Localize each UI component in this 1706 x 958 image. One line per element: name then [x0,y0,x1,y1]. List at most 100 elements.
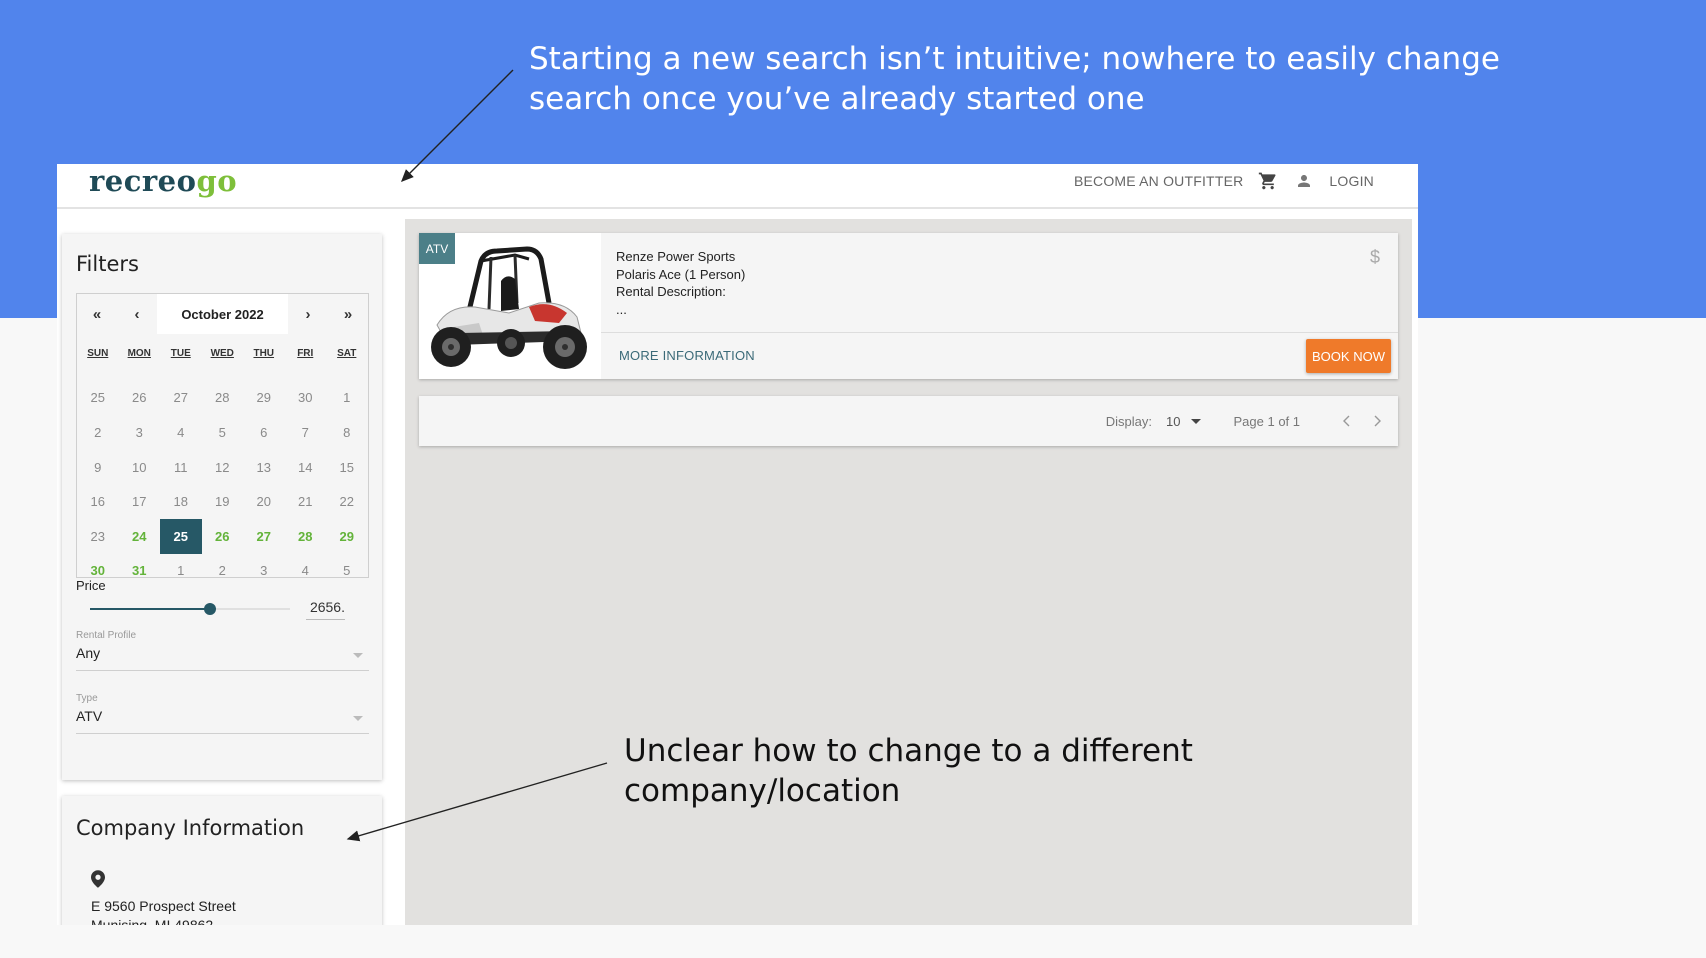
calendar-day[interactable]: 27 [160,381,202,416]
calendar-day[interactable]: 12 [202,450,244,485]
calendar-grid: SUN MON TUE WED THU FRI SAT 25 26 27 28 29 30 1 2 3 4 5 6 7… [77,346,368,588]
calendar-day[interactable]: 23 [77,519,119,554]
price-slider-fill [90,608,210,610]
calendar-day[interactable]: 1 [326,381,368,416]
results-panel: ATV Renze Power Sports Polaris Ace (1 Pe… [405,219,1412,925]
book-now-button[interactable]: BOOK NOW [1306,339,1391,373]
calendar-day[interactable]: 22 [326,484,368,519]
calendar-month-label[interactable]: October 2022 [157,294,288,334]
calendar-day[interactable]: 17 [119,484,161,519]
rental-profile-value: Any [76,645,101,661]
company-information-card: Company Information E 9560 Prospect Stre… [62,796,382,925]
listing-image[interactable]: ATV [419,233,601,379]
type-value: ATV [76,708,103,724]
calendar-day[interactable]: 3 [243,554,285,589]
price-label: Price [76,578,106,593]
calendar-header: « ‹ October 2022 › » [77,294,368,334]
weekday-header: THU [253,348,275,359]
calendar-day[interactable]: 21 [285,484,327,519]
calendar-first-button[interactable]: « [77,294,117,334]
listing-card: ATV Renze Power Sports Polaris Ace (1 Pe… [419,233,1398,379]
calendar-day[interactable]: 29 [326,519,368,554]
calendar-day[interactable]: 13 [243,450,285,485]
calendar-day[interactable]: 5 [202,415,244,450]
listing-info: Renze Power Sports Polaris Ace (1 Person… [616,248,745,318]
calendar-day[interactable]: 11 [160,450,202,485]
calendar-day[interactable]: 25 [77,381,119,416]
display-label: Display: [1105,413,1153,429]
login-link[interactable]: LOGIN [1329,173,1374,189]
listing-description-label: Rental Description: [616,284,726,299]
user-icon[interactable] [1293,170,1315,192]
price-slider[interactable] [90,603,290,615]
next-page-icon[interactable] [1366,410,1388,432]
pagination-bar: Display: 10 Page 1 of 1 [419,396,1398,446]
calendar-day[interactable]: 4 [285,554,327,589]
filters-card: Filters « ‹ October 2022 › » SUN MON TUE WE… [62,234,382,780]
calendar-day[interactable]: 9 [77,450,119,485]
top-nav: BECOME AN OUTFITTER LOGIN [1074,170,1374,192]
price-slider-thumb[interactable] [204,603,216,615]
calendar-day[interactable]: 26 [119,381,161,416]
calendar-day[interactable]: 20 [243,484,285,519]
calendar-day[interactable]: 7 [285,415,327,450]
more-information-link[interactable]: MORE INFORMATION [619,348,755,363]
weekday-header: WED [210,348,234,359]
prev-page-icon[interactable] [1336,410,1358,432]
calendar-day[interactable]: 2 [202,554,244,589]
calendar-day[interactable]: 1 [160,554,202,589]
calendar-next-button[interactable]: › [288,294,328,334]
calendar-day[interactable]: 10 [119,450,161,485]
filters-title: Filters [76,252,139,276]
calendar-day[interactable]: 27 [243,519,285,554]
weekday-header: MON [127,348,151,359]
calendar-prev-button[interactable]: ‹ [117,294,157,334]
company-address: E 9560 Prospect Street Munising, MI 4986… [91,897,236,925]
chevron-down-icon [353,716,363,721]
calendar-day[interactable]: 18 [160,484,202,519]
calendar-day[interactable]: 15 [326,450,368,485]
calendar-day[interactable]: 30 [285,381,327,416]
calendar-day[interactable]: 8 [326,415,368,450]
calendar-day[interactable]: 14 [285,450,327,485]
logo[interactable]: recreogo [89,164,237,198]
weekday-header: SAT [337,348,357,359]
listing-vehicle: Polaris Ace (1 Person) [616,266,746,282]
weekday-header: SUN [87,348,109,359]
address-line-2: Munising, MI 49862 [91,917,214,925]
calendar-day[interactable]: 5 [326,554,368,589]
become-outfitter-link[interactable]: BECOME AN OUTFITTER [1074,173,1243,189]
calendar-day[interactable]: 28 [285,519,327,554]
calendar-day[interactable]: 24 [119,519,161,554]
display-count-value: 10 [1166,413,1181,429]
calendar-day[interactable]: 19 [202,484,244,519]
calendar-day[interactable]: 16 [77,484,119,519]
chevron-down-icon [353,653,363,658]
annotation-bottom: Unclear how to change to a different com… [624,733,1193,809]
calendar-day[interactable]: 28 [202,381,244,416]
calendar-day[interactable]: 31 [119,554,161,589]
cart-icon[interactable] [1257,170,1279,192]
rental-profile-dropdown[interactable]: Any [76,645,369,671]
weekday-header: FRI [297,348,314,359]
rental-profile-select: Rental Profile Any [76,630,369,671]
type-select: Type ATV [76,693,369,734]
calendar-last-button[interactable]: » [328,294,368,334]
divider [601,332,1398,333]
category-badge: ATV [419,233,455,264]
calendar-day[interactable]: 4 [160,415,202,450]
logo-part-2: go [196,164,238,198]
listing-company-name: Renze Power Sports [616,249,736,264]
calendar-day-selected[interactable]: 25 [160,518,202,554]
annotation-top: Starting a new search isn’t intuitive; n… [529,41,1500,117]
chevron-down-icon [1190,418,1201,424]
calendar-day[interactable]: 6 [243,415,285,450]
calendar-day[interactable]: 3 [119,415,161,450]
price-input[interactable]: 2656. [306,596,345,620]
logo-part-1: recreo [89,164,197,198]
calendar-day[interactable]: 2 [77,415,119,450]
display-count-dropdown[interactable]: 10 [1166,413,1201,429]
calendar-day[interactable]: 26 [202,519,244,554]
type-dropdown[interactable]: ATV [76,708,369,734]
calendar-day[interactable]: 29 [243,381,285,416]
